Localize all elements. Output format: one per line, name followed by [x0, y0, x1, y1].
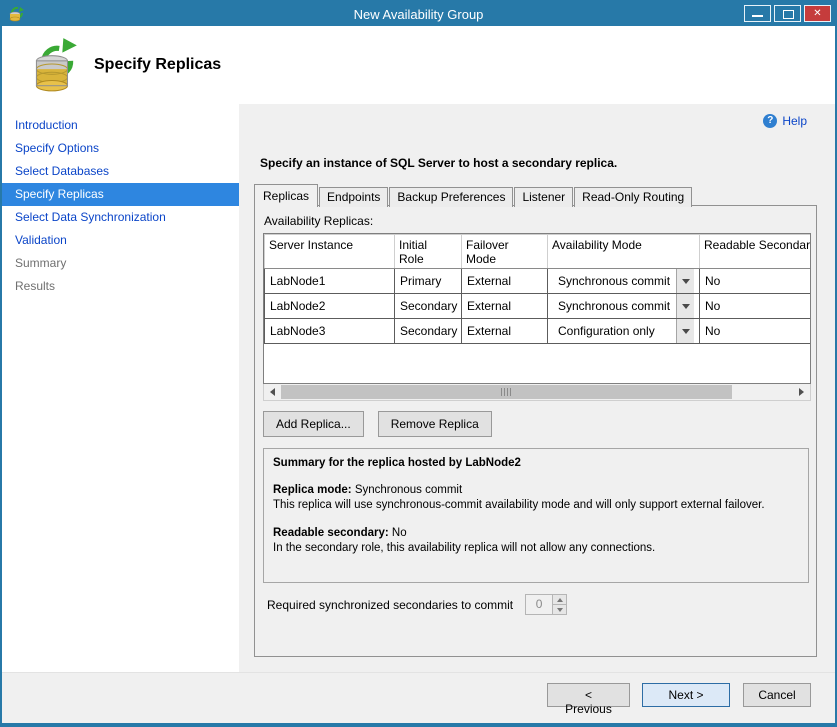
tab-backup-preferences[interactable]: Backup Preferences	[389, 187, 513, 207]
remove-replica-button[interactable]: Remove Replica	[378, 411, 492, 437]
cell-failover-mode: External	[462, 294, 548, 319]
replica-mode-value: Synchronous commit	[355, 484, 462, 496]
grid-button-row: Add Replica... Remove Replica	[263, 411, 492, 437]
cell-readable-secondary: No	[700, 294, 812, 319]
wizard-body: Introduction Specify Options Select Data…	[2, 104, 835, 674]
cell-failover-mode: External	[462, 319, 548, 344]
grid-row-labnode2: LabNode2 Secondary External Synchronous …	[265, 294, 812, 319]
sidebar-item-summary: Summary	[2, 252, 239, 275]
summary-readable-secondary: Readable secondary: No In the secondary …	[273, 526, 799, 556]
window-controls	[744, 5, 831, 22]
required-sync-stepper: 0	[525, 594, 567, 615]
wizard-footer: < Previous Next > Cancel	[2, 672, 835, 723]
maximize-button[interactable]	[774, 5, 801, 22]
sidebar-item-introduction[interactable]: Introduction	[2, 114, 239, 137]
sidebar-item-results: Results	[2, 275, 239, 298]
sidebar-item-validation[interactable]: Validation	[2, 229, 239, 252]
chevron-down-icon[interactable]	[676, 294, 694, 318]
titlebar: New Availability Group	[2, 2, 835, 26]
sidebar-item-specify-options[interactable]: Specify Options	[2, 137, 239, 160]
scroll-left-icon[interactable]	[264, 384, 281, 400]
app-icon	[8, 6, 24, 22]
cell-availability-mode: Synchronous commit	[548, 269, 700, 294]
availability-mode-dropdown[interactable]: Synchronous commit	[553, 269, 694, 293]
col-initial-role: Initial Role	[395, 235, 462, 269]
summary-title: Summary for the replica hosted by LabNod…	[273, 456, 799, 471]
cell-initial-role: Secondary	[395, 294, 462, 319]
add-replica-button[interactable]: Add Replica...	[263, 411, 364, 437]
readable-secondary-value: No	[392, 527, 407, 539]
cell-availability-mode: Synchronous commit	[548, 294, 700, 319]
required-sync-row: Required synchronized secondaries to com…	[267, 594, 567, 615]
scrollbar-thumb[interactable]	[281, 385, 732, 399]
sidebar-item-select-databases[interactable]: Select Databases	[2, 160, 239, 183]
instruction-text: Specify an instance of SQL Server to hos…	[260, 156, 617, 170]
tab-listener[interactable]: Listener	[514, 187, 573, 207]
col-availability-mode: Availability Mode	[548, 235, 700, 269]
grid-header-row: Server Instance Initial Role Failover Mo…	[265, 235, 812, 269]
tab-endpoints[interactable]: Endpoints	[319, 187, 388, 207]
wizard-header: Specify Replicas	[2, 26, 835, 104]
availability-mode-dropdown[interactable]: Synchronous commit	[553, 294, 694, 318]
cell-server-instance: LabNode1	[265, 269, 395, 294]
chevron-down-icon[interactable]	[676, 319, 694, 343]
cell-initial-role: Primary	[395, 269, 462, 294]
availability-replicas-label: Availability Replicas:	[264, 214, 373, 228]
cell-initial-role: Secondary	[395, 319, 462, 344]
stepper-up-icon	[553, 595, 566, 604]
replicas-tab-page: Availability Replicas: Server Instance I…	[254, 205, 817, 657]
sidebar-item-specify-replicas[interactable]: Specify Replicas	[2, 183, 239, 206]
sidebar-item-select-data-synchronization[interactable]: Select Data Synchronization	[2, 206, 239, 229]
replicas-grid: Server Instance Initial Role Failover Mo…	[263, 233, 811, 384]
window-title: New Availability Group	[2, 7, 835, 22]
previous-button[interactable]: < Previous	[547, 683, 630, 707]
summary-replica-mode: Replica mode: Synchronous commit This re…	[273, 483, 799, 513]
help-label: Help	[782, 114, 807, 128]
tab-strip: Replicas Endpoints Backup Preferences Li…	[254, 184, 693, 207]
next-button[interactable]: Next >	[642, 683, 730, 707]
grid-row-labnode1: LabNode1 Primary External Synchronous co…	[265, 269, 812, 294]
col-failover-mode: Failover Mode	[462, 235, 548, 269]
cell-server-instance: LabNode2	[265, 294, 395, 319]
replica-mode-label: Replica mode:	[273, 484, 352, 496]
availability-mode-dropdown[interactable]: Configuration only	[553, 319, 694, 343]
stepper-down-icon	[553, 604, 566, 614]
col-readable-secondary: Readable Secondary	[700, 235, 812, 269]
replica-mode-description: This replica will use synchronous-commit…	[273, 498, 799, 513]
wizard-steps-sidebar: Introduction Specify Options Select Data…	[2, 104, 239, 674]
replica-summary-panel: Summary for the replica hosted by LabNod…	[263, 448, 809, 583]
tab-read-only-routing[interactable]: Read-Only Routing	[574, 187, 692, 207]
help-icon: ?	[763, 114, 777, 128]
help-link[interactable]: ? Help	[763, 114, 807, 128]
grid-row-labnode3: LabNode3 Secondary External Configuratio…	[265, 319, 812, 344]
cell-readable-secondary: No	[700, 319, 812, 344]
required-sync-label: Required synchronized secondaries to com…	[267, 598, 513, 612]
readable-secondary-description: In the secondary role, this availability…	[273, 541, 799, 556]
cell-server-instance: LabNode3	[265, 319, 395, 344]
cell-readable-secondary: No	[700, 269, 812, 294]
scroll-right-icon[interactable]	[793, 384, 810, 400]
readable-secondary-label: Readable secondary:	[273, 527, 389, 539]
main-pane: ? Help Specify an instance of SQL Server…	[239, 104, 835, 674]
tab-replicas[interactable]: Replicas	[254, 184, 318, 207]
col-server-instance: Server Instance	[265, 235, 395, 269]
close-button[interactable]	[804, 5, 831, 22]
grid-horizontal-scrollbar[interactable]	[263, 384, 811, 401]
scrollbar-track[interactable]	[281, 384, 793, 400]
cell-availability-mode: Configuration only	[548, 319, 700, 344]
availability-group-icon	[28, 36, 78, 94]
minimize-button[interactable]	[744, 5, 771, 22]
required-sync-value: 0	[526, 595, 552, 614]
cancel-button[interactable]: Cancel	[743, 683, 811, 707]
page-title: Specify Replicas	[94, 56, 221, 74]
cell-failover-mode: External	[462, 269, 548, 294]
chevron-down-icon[interactable]	[676, 269, 694, 293]
new-availability-group-window: New Availability Group Specify Replicas …	[0, 0, 837, 727]
